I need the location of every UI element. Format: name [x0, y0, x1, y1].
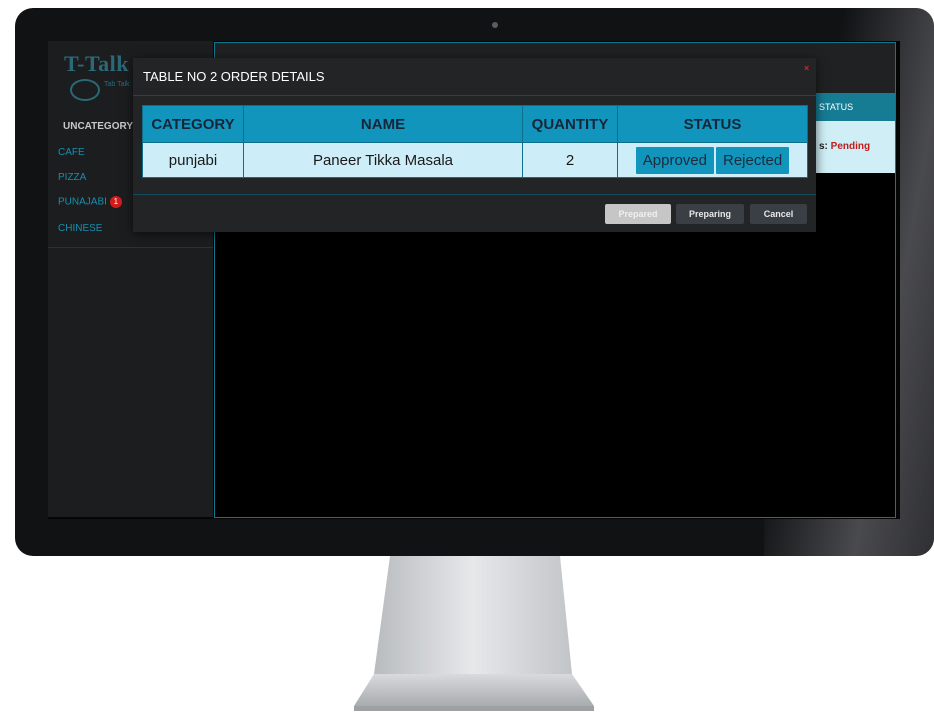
modal-title: TABLE NO 2 ORDER DETAILS — [143, 69, 325, 84]
order-table: CATEGORY NAME QUANTITY STATUS punjabi Pa… — [142, 105, 808, 178]
column-header-name: NAME — [243, 105, 523, 143]
sidebar-item-pizza[interactable]: PIZZA — [58, 172, 86, 183]
sidebar-divider — [48, 247, 213, 248]
table-row: punjabi Paneer Tikka Masala 2 Approved Re… — [142, 142, 808, 178]
camera-dot — [492, 22, 498, 28]
monitor-stand — [354, 556, 594, 711]
cell-name: Paneer Tikka Masala — [243, 142, 523, 178]
cell-quantity: 2 — [522, 142, 618, 178]
sidebar-item-label: PIZZA — [58, 172, 87, 183]
sidebar-item-chinese[interactable]: CHINESE — [58, 223, 102, 234]
sidebar-item-label: PUNAJABI — [58, 196, 107, 208]
cancel-button[interactable]: Cancel — [750, 204, 807, 224]
order-details-modal: TABLE NO 2 ORDER DETAILS × CATEGORY NAME… — [133, 58, 816, 232]
sidebar-item-cafe[interactable]: CAFE — [58, 147, 85, 158]
logo-subtitle: Tab Talk — [104, 81, 130, 88]
sidebar-item-punajabi[interactable]: PUNAJABI 1 — [58, 196, 122, 208]
prepared-button[interactable]: Prepared — [605, 204, 671, 224]
rejected-button[interactable]: Rejected — [716, 146, 790, 174]
cell-category: punjabi — [142, 142, 244, 178]
notification-badge: 1 — [109, 196, 122, 208]
sidebar-item-label: CHINESE — [58, 223, 103, 234]
status-pending: Pending — [830, 141, 871, 152]
column-header-status: STATUS — [617, 105, 808, 143]
sidebar-item-label: CAFE — [58, 147, 85, 158]
close-icon[interactable]: × — [804, 63, 809, 73]
table-header-row: CATEGORY NAME QUANTITY STATUS — [142, 105, 808, 143]
column-header-quantity: QUANTITY — [522, 105, 618, 143]
logo-icon — [70, 79, 100, 101]
cell-status: Approved Rejected — [617, 142, 808, 178]
sidebar-heading: UNCATEGORY — [63, 121, 133, 132]
modal-divider — [133, 95, 816, 96]
status-column-header: STATUS — [815, 93, 895, 121]
app-logo: T-Talk — [64, 51, 129, 76]
column-header-category: CATEGORY — [142, 105, 244, 143]
approved-button[interactable]: Approved — [635, 146, 714, 174]
order-status-cell: s: Pending — [815, 121, 895, 173]
modal-footer-divider — [133, 194, 816, 195]
status-prefix: s: — [819, 141, 831, 152]
preparing-button[interactable]: Preparing — [676, 204, 744, 224]
